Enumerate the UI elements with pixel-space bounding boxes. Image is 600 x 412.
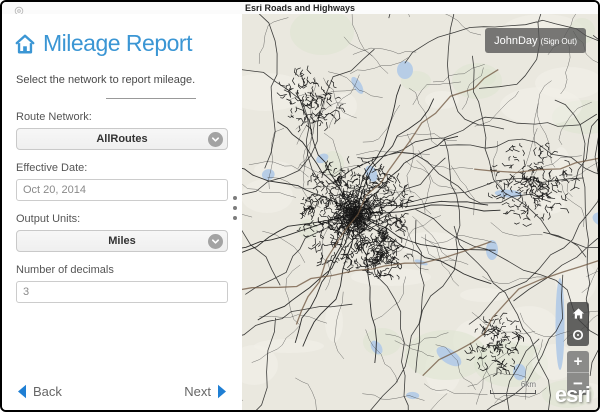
panel-resize-handle[interactable] (231, 194, 239, 222)
esri-logo: esri (555, 382, 590, 408)
panel-subtitle: Select the network to report mileage. (2, 74, 242, 86)
wizard-footer: Back Next (2, 378, 242, 404)
map-locate-button[interactable] (567, 324, 589, 346)
next-button[interactable]: Next (184, 384, 228, 399)
mileage-report-panel: Mileage Report Select the network to rep… (2, 14, 242, 410)
output-units-value: Miles (108, 235, 136, 247)
basemap-roads (242, 14, 598, 410)
map-home-button[interactable] (567, 302, 589, 324)
route-network-dropdown[interactable]: AllRoutes (16, 128, 228, 150)
chevron-down-icon (208, 234, 223, 249)
user-name: JohnDay (494, 35, 537, 47)
sign-out-link[interactable]: (Sign Out) (541, 37, 577, 46)
decimals-label: Number of decimals (16, 264, 228, 276)
home-icon (14, 33, 36, 55)
map-canvas[interactable]: JohnDay(Sign Out) + − 6km esri (242, 14, 598, 410)
decimals-input[interactable] (16, 281, 228, 303)
app-window: Esri Roads and Highways Mileage Report S… (0, 0, 600, 412)
locate-icon (571, 328, 585, 342)
effective-date-input[interactable] (16, 179, 228, 201)
route-network-value: AllRoutes (96, 133, 147, 145)
user-badge[interactable]: JohnDay (Sign Out) (485, 28, 586, 53)
chevron-left-icon (16, 384, 27, 399)
scale-bar: 6km (490, 380, 536, 394)
effective-date-label: Effective Date: (16, 162, 228, 174)
next-label: Next (184, 384, 211, 399)
output-units-dropdown[interactable]: Miles (16, 230, 228, 252)
app-title: Esri Roads and Highways (245, 3, 355, 13)
settings-icon[interactable] (14, 3, 24, 13)
home-icon (572, 307, 585, 320)
chevron-right-icon (217, 384, 228, 399)
back-button[interactable]: Back (16, 384, 62, 399)
titlebar: Esri Roads and Highways (2, 2, 598, 14)
scale-label: 6km (490, 380, 536, 389)
page-title: Mileage Report (43, 30, 192, 57)
back-label: Back (33, 384, 62, 399)
route-network-label: Route Network: (16, 111, 228, 123)
chevron-down-icon (208, 132, 223, 147)
scale-line (490, 390, 536, 394)
panel-header: Mileage Report (2, 14, 242, 57)
divider (106, 98, 196, 99)
zoom-in-button[interactable]: + (567, 351, 589, 373)
output-units-label: Output Units: (16, 213, 228, 225)
